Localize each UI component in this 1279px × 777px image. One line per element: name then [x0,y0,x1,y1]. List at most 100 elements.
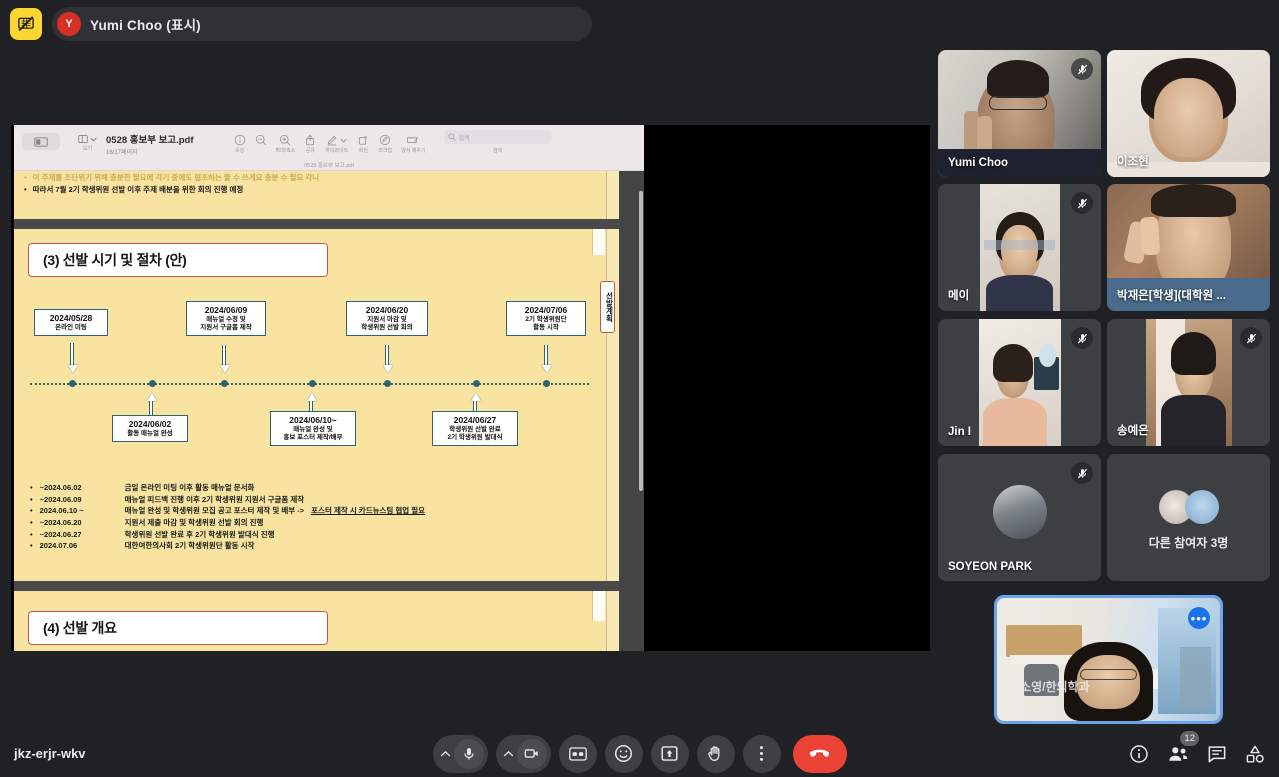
presenter-label: Yumi Choo (표시) [90,18,201,33]
bullet-text: 학생위원 선발 완료 후 2기 학생위원 발대식 진행 [124,529,275,539]
timeline-connector [385,345,389,367]
timeline-event-box: 2024/07/06 2기 학생위원단 활동 시작 [506,301,586,336]
mute-indicator [1071,327,1093,349]
timeline-event-text: 활동 매뉴얼 완성 [127,429,173,437]
page-corner-fold [592,229,605,255]
timeline-event-text: 2기 학생위원단 [525,315,567,323]
participant-tile[interactable]: 이조현 [1107,50,1270,177]
captions-button[interactable] [558,734,597,773]
chevron-down-icon [90,137,97,142]
stop-presenting-button[interactable] [10,8,42,40]
microphone-button[interactable] [432,734,488,773]
form-fill-button[interactable]: 양식 채우기 [401,134,426,154]
presenter-chip[interactable]: Y Yumi Choo (표시) [52,7,592,41]
page-indicator: 16/17페이지 [106,150,138,156]
people-button[interactable]: 12 [1167,730,1199,764]
page-corner-fold [592,591,605,621]
markup-icon [380,134,391,146]
zoom-in-button[interactable]: 확대/축소 [276,134,295,154]
page-separator [14,581,619,591]
emoji-button[interactable] [604,734,643,773]
bullet-date: 2024.06.10 ~ [39,506,84,516]
slide-timeline: 2024/05/28 온라인 미팅 2024/06/09 매뉴얼 수정 및 지원… [26,291,607,476]
timeline-event-date: 2024/05/28 [49,313,93,323]
bullet-dot: • [30,517,33,527]
timeline-arrow-down [67,365,78,373]
view-layout-icon [78,135,88,143]
participant-name: 박재은[학생](대학원 ... [1117,290,1226,302]
timeline-node [473,380,480,387]
participant-tile[interactable]: 메이 [938,184,1101,311]
share-button[interactable]: 공유 [304,134,316,154]
other-participants-label: 다른 참여자 3명 [1148,536,1229,550]
sidebar-toggle-button[interactable] [22,133,60,150]
markup-button[interactable]: 마크업 [378,134,392,154]
timeline-event-date: 2024/07/06 [524,305,568,315]
chat-button[interactable] [1207,744,1227,764]
secondary-controls: 12 [1129,730,1265,764]
end-call-button[interactable] [792,734,847,773]
meeting-code: jkz-erjr-wkv [14,746,86,761]
camera-toggle[interactable] [516,738,547,769]
bullet-dot: • [30,483,33,492]
camera-button[interactable] [495,734,551,773]
present-button[interactable] [650,734,689,773]
raise-hand-button[interactable] [696,734,735,773]
bullet-text-underlined: 포스터 제작 시 카드뉴스팀 협업 필요 [311,506,426,516]
video-feed [978,319,1061,446]
activities-button[interactable] [1245,744,1265,764]
pdf-scrollbar-thumb[interactable] [639,191,643,491]
self-view-tile[interactable]: ••• 인소영/한의학과 [994,595,1223,724]
participant-tile[interactable]: Jin I [938,319,1101,446]
participant-tile[interactable]: 송예은 [1107,319,1270,446]
bullet-date: ~2024.06.09 [39,494,82,504]
timeline-arrow-down [219,365,230,373]
mic-toggle[interactable] [453,738,484,769]
highlight-pen-icon [327,135,337,146]
view-menu-button[interactable] [78,134,97,144]
mic-off-icon [1077,468,1087,478]
pdf-toolbar: 보기 0528 홍보부 보고.pdf 16/17페이지 속성 확대/축소 공유 … [14,125,644,171]
properties-button[interactable]: 속성 [234,134,246,154]
mute-indicator [1240,327,1262,349]
pdf-search-field[interactable]: 검색 [443,130,552,144]
share-label: 공유 [305,148,315,154]
slide-section-title-box: (4) 선발 개요 [28,611,328,645]
timeline-event-date: 2024/06/27 [453,415,497,425]
participant-tile[interactable]: 박재은[학생](대학원 ... [1107,184,1270,311]
more-options-button[interactable] [742,734,781,773]
slide-section-title: (3) 선발 시기 및 절차 (안) [43,252,187,268]
bullet-text: 대한여한의사회 2기 학생위원단 활동 시작 [124,541,255,551]
timeline-event-date: 2024/06/09 [204,305,248,315]
zoom-out-button[interactable] [255,134,267,147]
bullet-dot: • [30,541,33,551]
slide-bullet-text: 이 주제를 조단위기 위해 충분한 필요에 각기 중에도 협조하는 줄 수 쓰게… [32,173,320,182]
meeting-details-button[interactable] [1129,744,1149,764]
timeline-arrow-down [541,365,552,373]
shared-screen-surface[interactable]: 보기 0528 홍보부 보고.pdf 16/17페이지 속성 확대/축소 공유 … [11,125,930,763]
other-participants-tile[interactable]: 다른 참여자 3명 [1107,454,1270,581]
emoji-smiley-icon [614,744,633,763]
rotate-button[interactable]: 회전 [357,134,369,154]
participant-tile[interactable]: SOYEON PARK [938,454,1101,581]
pdf-page-next: (4) 선발 개요 선 [14,591,619,651]
mic-off-icon [1246,333,1256,343]
pdf-page-area[interactable]: • 이 주제를 조단위기 위해 충분한 필요에 각기 중에도 협조하는 줄 수 … [14,171,644,651]
timeline-event-text: 매뉴얼 완성 및 [293,425,333,433]
participant-tile[interactable]: Yumi Choo [938,50,1101,177]
zoom-out-icon [255,134,266,146]
chevron-down-icon [340,138,347,143]
self-view-more-button[interactable]: ••• [1188,607,1210,629]
timeline-event-text: 매뉴얼 수정 및 [206,315,246,323]
highlight-button[interactable]: 하이라이트 [325,134,348,154]
highlight-label: 하이라이트 [325,148,349,154]
mic-off-icon [1077,198,1087,208]
bullet-date: ~2024.06.27 [39,529,82,539]
form-fill-label: 양식 채우기 [401,148,426,154]
sidebar-toggle[interactable] [22,130,60,150]
participant-name: Jin I [948,426,972,438]
bullet-dot: • [24,185,27,195]
bullet-text: 지원서 제출 마감 및 학생위원 선발 회의 진행 [124,517,264,527]
slide-section-title-box: (3) 선발 시기 및 절차 (안) [28,243,328,277]
timeline-event-box: 2024/06/02 활동 매뉴얼 완성 [112,415,188,442]
